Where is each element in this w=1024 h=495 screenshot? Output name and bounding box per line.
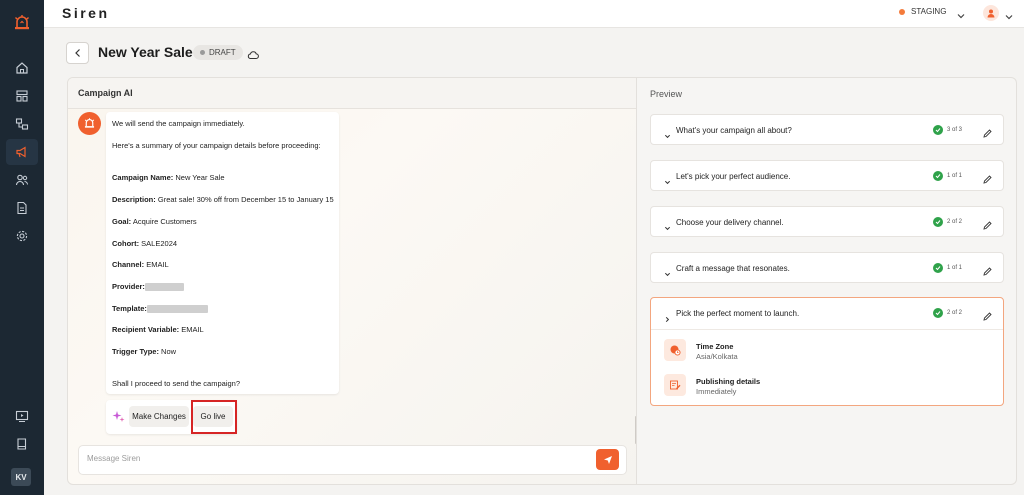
make-changes-button[interactable]: Make Changes bbox=[129, 406, 189, 427]
step-label: Choose your delivery channel. bbox=[676, 218, 784, 227]
edit-icon[interactable] bbox=[983, 263, 992, 281]
step-count: 1 of 1 bbox=[947, 265, 963, 271]
redacted-value bbox=[146, 305, 208, 314]
step-message[interactable]: Craft a message that resonates. 1 of 1 bbox=[650, 252, 1004, 283]
step-launch-timing[interactable]: Pick the perfect moment to launch. 2 of … bbox=[650, 297, 1004, 406]
chevron-down-icon[interactable] bbox=[664, 219, 671, 237]
summary-channel: Channel: EMAIL bbox=[112, 260, 169, 269]
check-icon bbox=[933, 217, 943, 227]
status-badge-label: DRAFT bbox=[209, 48, 236, 57]
top-bar: Siren STAGING bbox=[44, 0, 1024, 28]
message-composer bbox=[78, 445, 627, 475]
step-label: Craft a message that resonates. bbox=[676, 264, 790, 273]
back-button[interactable] bbox=[66, 42, 89, 64]
message-question: Shall I proceed to send the campaign? bbox=[112, 379, 241, 388]
environment-label: STAGING bbox=[911, 7, 947, 16]
nav-home-icon[interactable] bbox=[6, 55, 38, 81]
campaign-ai-header: Campaign AI bbox=[68, 78, 636, 109]
siren-logo-icon[interactable] bbox=[12, 13, 32, 33]
send-icon bbox=[603, 455, 612, 464]
check-icon bbox=[933, 263, 943, 273]
chevron-down-icon[interactable] bbox=[664, 127, 671, 145]
summary-description: Description: Great sale! 30% off from De… bbox=[112, 195, 334, 204]
ai-message: We will send the campaign immediately. H… bbox=[106, 112, 339, 394]
step-audience[interactable]: Let's pick your perfect audience. 1 of 1 bbox=[650, 160, 1004, 191]
sidebar: KV bbox=[0, 0, 44, 495]
environment-selector[interactable]: STAGING bbox=[899, 7, 946, 16]
campaign-ai-title: Campaign AI bbox=[78, 88, 133, 98]
campaign-ai-panel: Campaign AI We will send the campaign im… bbox=[67, 77, 637, 485]
summary-provider: Provider: bbox=[112, 282, 184, 292]
divider bbox=[651, 329, 1003, 330]
edit-icon[interactable] bbox=[983, 125, 992, 143]
step-count: 1 of 1 bbox=[947, 173, 963, 179]
step-campaign-details[interactable]: What's your campaign all about? 3 of 3 bbox=[650, 114, 1004, 145]
redacted-value bbox=[144, 283, 184, 292]
page-title: New Year Sale bbox=[98, 44, 193, 60]
globe-clock-icon bbox=[664, 339, 686, 361]
check-icon bbox=[933, 125, 943, 135]
check-icon bbox=[933, 308, 943, 318]
step-label: What's your campaign all about? bbox=[676, 126, 792, 135]
user-avatar[interactable]: KV bbox=[11, 468, 31, 486]
message-input[interactable] bbox=[87, 454, 567, 463]
nav-campaigns-icon[interactable] bbox=[6, 139, 38, 165]
cloud-save-icon[interactable] bbox=[247, 47, 259, 65]
chevron-down-icon[interactable] bbox=[956, 8, 966, 26]
preview-title: Preview bbox=[650, 89, 683, 99]
message-summary-intro: Here's a summary of your campaign detail… bbox=[112, 141, 321, 150]
status-badge: DRAFT bbox=[193, 45, 243, 60]
nav-workflows-icon[interactable] bbox=[6, 111, 38, 137]
step-label: Let's pick your perfect audience. bbox=[676, 172, 791, 181]
summary-trigger-type: Trigger Type: Now bbox=[112, 347, 177, 356]
edit-icon[interactable] bbox=[983, 308, 992, 326]
calendar-edit-icon bbox=[664, 374, 686, 396]
summary-goal: Goal: Acquire Customers bbox=[112, 217, 197, 226]
send-button[interactable] bbox=[596, 449, 619, 470]
chevron-down-icon[interactable] bbox=[1004, 9, 1014, 27]
step-count: 2 of 2 bbox=[947, 310, 963, 316]
user-profile-icon[interactable] bbox=[983, 5, 999, 21]
detail-title: Publishing details bbox=[696, 377, 761, 386]
environment-status-dot bbox=[899, 8, 905, 15]
step-count: 2 of 2 bbox=[947, 219, 963, 225]
nav-logs-icon[interactable] bbox=[6, 403, 38, 429]
nav-users-icon[interactable] bbox=[6, 167, 38, 193]
detail-title: Time Zone bbox=[696, 342, 734, 351]
brand-name: Siren bbox=[62, 5, 110, 21]
go-live-highlight bbox=[191, 400, 237, 434]
step-delivery-channel[interactable]: Choose your delivery channel. 2 of 2 bbox=[650, 206, 1004, 237]
summary-template: Template: bbox=[112, 304, 208, 314]
edit-icon[interactable] bbox=[983, 217, 992, 235]
detail-value: Immediately bbox=[696, 387, 737, 396]
summary-campaign-name: Campaign Name: New Year Sale bbox=[112, 173, 225, 182]
siren-bot-avatar-icon bbox=[78, 112, 101, 135]
summary-cohort: Cohort: SALE2024 bbox=[112, 239, 178, 248]
sparkle-icon bbox=[112, 410, 125, 428]
nav-templates-icon[interactable] bbox=[6, 195, 38, 221]
chevron-down-icon[interactable] bbox=[664, 265, 671, 283]
nav-dashboard-icon[interactable] bbox=[6, 83, 38, 109]
step-label: Pick the perfect moment to launch. bbox=[676, 309, 800, 318]
check-icon bbox=[933, 171, 943, 181]
message-intro: We will send the campaign immediately. bbox=[112, 119, 245, 128]
chevron-left-icon bbox=[74, 49, 80, 57]
summary-recipient-variable: Recipient Variable: EMAIL bbox=[112, 325, 204, 334]
nav-settings-icon[interactable] bbox=[6, 223, 38, 249]
edit-icon[interactable] bbox=[983, 171, 992, 189]
nav-docs-icon[interactable] bbox=[6, 431, 38, 457]
preview-panel: Preview What's your campaign all about? … bbox=[637, 77, 1017, 485]
detail-value: Asia/Kolkata bbox=[696, 352, 738, 361]
step-count: 3 of 3 bbox=[947, 127, 963, 133]
status-dot bbox=[200, 50, 205, 55]
chevron-down-icon[interactable] bbox=[664, 173, 671, 191]
chevron-right-icon[interactable] bbox=[664, 310, 671, 328]
